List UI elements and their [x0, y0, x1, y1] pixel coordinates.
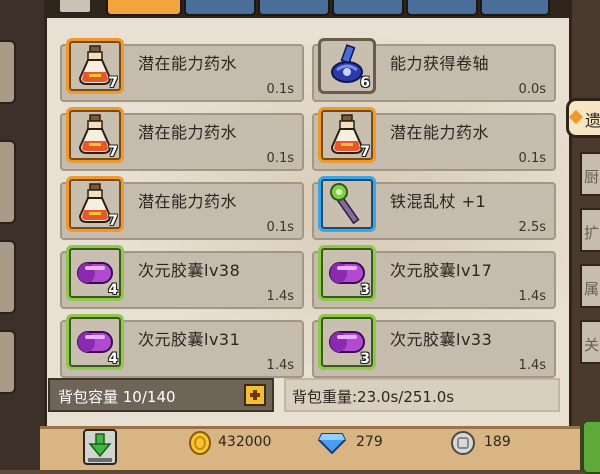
item-name: 能力获得卷轴	[390, 54, 490, 73]
item-count: 4	[108, 282, 118, 298]
side-tab-3[interactable]: 扩	[580, 208, 600, 252]
item-count: 7	[108, 213, 118, 229]
item-time: 0.1s	[266, 151, 294, 166]
item-time: 0.0s	[518, 82, 546, 97]
left-panel-edge	[0, 40, 16, 104]
item-slot[interactable]: 3	[318, 314, 376, 370]
inventory-item[interactable]: 3 次元胶囊lv33 1.4s	[312, 314, 556, 378]
tab-active[interactable]	[106, 0, 182, 16]
expand-bag-button[interactable]	[244, 384, 266, 406]
item-slot[interactable]: 7	[66, 107, 124, 163]
item-name: 次元胶囊lv33	[390, 330, 493, 349]
item-slot[interactable]: 6	[318, 38, 376, 94]
left-panel-edge	[0, 140, 16, 224]
silver-coin-icon	[451, 431, 475, 455]
item-slot[interactable]	[318, 176, 376, 232]
bag-weight-label: 背包重量:23.0s/251.0s	[292, 388, 455, 406]
staff-icon	[327, 182, 367, 225]
inventory-item[interactable]: 铁混乱杖 +1 2.5s	[312, 176, 556, 240]
side-tab-label: 关	[584, 336, 600, 354]
item-name: 潜在能力药水	[138, 54, 238, 73]
tab-5[interactable]	[406, 0, 478, 16]
tab-2[interactable]	[184, 0, 256, 16]
side-tab-label: 遗	[585, 111, 600, 130]
item-slot[interactable]: 7	[318, 107, 376, 163]
item-count: 4	[108, 351, 118, 367]
item-time: 1.4s	[266, 289, 294, 304]
side-tab-2[interactable]: 厨	[580, 152, 600, 196]
item-count: 7	[360, 144, 370, 160]
item-count: 3	[360, 351, 370, 367]
item-slot[interactable]: 3	[318, 245, 376, 301]
item-slot[interactable]: 7	[66, 176, 124, 232]
tab-4[interactable]	[332, 0, 404, 16]
side-tab-5[interactable]: 关	[580, 320, 600, 364]
gem-icon	[318, 433, 346, 454]
left-panel-edge	[0, 330, 16, 394]
bag-capacity: 背包容量 10/140	[48, 378, 274, 412]
inventory-item[interactable]: 7 潜在能力药水 0.1s	[60, 38, 304, 102]
item-time: 0.1s	[518, 151, 546, 166]
inventory-item[interactable]: 4 次元胶囊lv31 1.4s	[60, 314, 304, 378]
item-slot[interactable]: 4	[66, 314, 124, 370]
side-tab-label: 厨	[584, 168, 600, 186]
silver-amount: 189	[484, 434, 511, 450]
item-name: 潜在能力药水	[138, 192, 238, 211]
tab-3[interactable]	[258, 0, 330, 16]
left-panel-edge	[0, 240, 16, 314]
inventory-item[interactable]: 7 潜在能力药水 0.1s	[60, 176, 304, 240]
item-time: 0.1s	[266, 82, 294, 97]
item-name: 铁混乱杖 +1	[390, 192, 487, 211]
inventory-item[interactable]: 7 潜在能力药水 0.1s	[312, 107, 556, 171]
item-name: 潜在能力药水	[390, 123, 490, 142]
item-count: 7	[108, 144, 118, 160]
inventory-item[interactable]: 6 能力获得卷轴 0.0s	[312, 38, 556, 102]
top-left-button[interactable]	[58, 0, 92, 14]
side-tab-active[interactable]: 遗	[566, 98, 600, 138]
item-count: 6	[360, 75, 370, 91]
background-left	[0, 0, 44, 470]
tab-6[interactable]	[480, 0, 550, 16]
item-name: 次元胶囊lv17	[390, 261, 493, 280]
item-name: 潜在能力药水	[138, 123, 238, 142]
item-time: 1.4s	[266, 358, 294, 373]
item-time: 1.4s	[518, 289, 546, 304]
item-count: 3	[360, 282, 370, 298]
bag-weight: 背包重量:23.0s/251.0s	[284, 378, 560, 412]
gem-amount: 279	[356, 434, 383, 450]
bag-capacity-label: 背包容量 10/140	[58, 388, 176, 406]
item-count: 7	[108, 75, 118, 91]
item-time: 2.5s	[518, 220, 546, 235]
item-slot[interactable]: 7	[66, 38, 124, 94]
item-time: 0.1s	[266, 220, 294, 235]
gold-coin-icon	[189, 431, 211, 455]
item-name: 次元胶囊lv31	[138, 330, 241, 349]
side-tab-label: 扩	[584, 224, 600, 242]
gold-amount: 432000	[218, 434, 272, 450]
green-side-button[interactable]	[582, 420, 600, 474]
side-tab-label: 属	[584, 280, 600, 298]
inventory-item[interactable]: 4 次元胶囊lv38 1.4s	[60, 245, 304, 309]
side-tab-4[interactable]: 属	[580, 264, 600, 308]
inventory-item[interactable]: 7 潜在能力药水 0.1s	[60, 107, 304, 171]
arrow-icon	[568, 109, 584, 125]
item-slot[interactable]: 4	[66, 245, 124, 301]
item-name: 次元胶囊lv38	[138, 261, 241, 280]
item-time: 1.4s	[518, 358, 546, 373]
inventory-item[interactable]: 3 次元胶囊lv17 1.4s	[312, 245, 556, 309]
download-button[interactable]	[80, 426, 120, 470]
